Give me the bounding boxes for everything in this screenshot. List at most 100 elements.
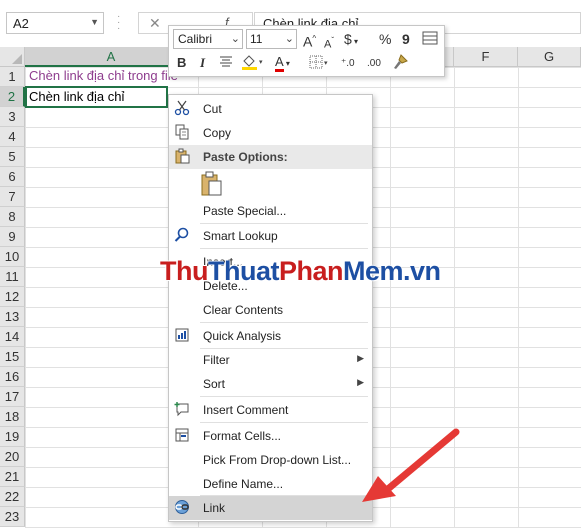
mini-toolbar: Calibri ⌄ 11 ⌄ A^ Aˇ $ ▾ % 9 B I ▾ A ▾ ▾… [168, 25, 445, 77]
row-header[interactable]: 18 [0, 407, 25, 427]
row-header[interactable]: 23 [0, 507, 25, 527]
align-center-icon[interactable] [219, 54, 233, 73]
format-painter-icon[interactable] [391, 53, 409, 76]
font-color-button[interactable]: A ▾ [275, 53, 290, 73]
menu-label: Paste Special... [203, 204, 287, 218]
select-all-corner[interactable] [0, 47, 25, 67]
cell-a1[interactable]: Chèn link địa chỉ trong file [29, 68, 178, 83]
svg-text:▾: ▾ [324, 60, 328, 67]
row-header[interactable]: 3 [0, 107, 25, 127]
menu-item-clear-contents[interactable]: Clear Contents [169, 298, 372, 322]
row-header[interactable]: 1 [0, 67, 25, 87]
menu-label: Clear Contents [203, 303, 284, 317]
chevron-down-icon[interactable]: ⌄ [285, 30, 294, 48]
row-header[interactable]: 10 [0, 247, 25, 267]
scissors-icon [173, 100, 191, 118]
menu-item-format-cells[interactable]: Format Cells... [169, 424, 372, 448]
menu-separator [200, 322, 368, 323]
decrease-font-size-button[interactable]: Aˇ [324, 32, 334, 54]
decrease-decimal-button[interactable]: .00 [367, 55, 381, 73]
menu-item-filter[interactable]: Filter ▶ [169, 348, 372, 372]
paste-icon [173, 148, 191, 166]
chevron-right-icon: ▶ [357, 377, 364, 387]
format-cells-icon [173, 427, 191, 445]
menu-item-pick-from-list[interactable]: Pick From Drop-down List... [169, 448, 372, 472]
borders-icon[interactable]: ▾ [309, 53, 333, 76]
currency-button[interactable]: $ ▾ [344, 30, 358, 51]
pointer-arrow-icon [362, 428, 460, 502]
menu-label: Format Cells... [203, 429, 282, 443]
watermark-logo: ThuThuatPhanMem.vn [160, 256, 441, 287]
italic-button[interactable]: I [200, 54, 205, 72]
column-header-g[interactable]: G [518, 47, 581, 67]
row-header[interactable]: 14 [0, 327, 25, 347]
name-box[interactable]: A2 ▼ [6, 12, 104, 34]
menu-label: Link [203, 501, 226, 515]
comma-style-button[interactable]: 9 [402, 30, 410, 48]
bold-button[interactable]: B [177, 54, 186, 72]
cell-a2[interactable]: Chèn link địa chỉ [29, 89, 124, 104]
menu-item-define-name[interactable]: Define Name... [169, 472, 372, 496]
row-header[interactable]: 13 [0, 307, 25, 327]
chevron-right-icon: ▶ [357, 353, 364, 363]
chevron-down-icon[interactable]: ▼ [90, 17, 99, 27]
font-name-box[interactable]: Calibri ⌄ [173, 29, 243, 49]
menu-label: Insert Comment [203, 403, 289, 417]
row-header[interactable]: 6 [0, 167, 25, 187]
format-painter-box-icon[interactable] [422, 30, 438, 51]
menu-item-cut[interactable]: Cut [169, 97, 372, 121]
menu-item-insert-comment[interactable]: Insert Comment [169, 398, 372, 422]
row-header[interactable]: 16 [0, 367, 25, 387]
menu-separator [200, 396, 368, 397]
menu-item-copy[interactable]: Copy [169, 121, 372, 145]
comment-icon [173, 401, 191, 419]
menu-item-paste-special[interactable]: Paste Special... [169, 199, 372, 223]
fill-color-icon[interactable]: ▾ [241, 53, 267, 76]
row-header[interactable]: 4 [0, 127, 25, 147]
menu-label: Quick Analysis [203, 329, 282, 343]
grid-line [518, 67, 519, 528]
svg-text:▾: ▾ [259, 59, 263, 66]
link-icon [173, 499, 191, 517]
search-icon [173, 227, 191, 245]
row-header[interactable]: 19 [0, 427, 25, 447]
quick-analysis-icon [173, 327, 191, 345]
grip-icon: · · · [117, 11, 121, 34]
menu-item-quick-analysis[interactable]: Quick Analysis [169, 324, 372, 348]
menu-label: Copy [203, 126, 232, 140]
cancel-icon[interactable]: ✕ [149, 15, 161, 32]
chevron-down-icon[interactable]: ⌄ [231, 30, 240, 48]
increase-font-size-button[interactable]: A^ [303, 30, 316, 51]
menu-label: Smart Lookup [203, 229, 278, 243]
row-header[interactable]: 17 [0, 387, 25, 407]
menu-label: Paste Options: [203, 150, 288, 164]
increase-font-size-icon: A [303, 33, 313, 50]
row-header[interactable]: 2 [0, 87, 25, 107]
row-header[interactable]: 20 [0, 447, 25, 467]
font-name-value: Calibri [178, 32, 213, 46]
menu-item-link[interactable]: Link [169, 496, 372, 520]
percent-button[interactable]: % [379, 30, 391, 48]
menu-label: Define Name... [203, 477, 284, 491]
paste-option-clipboard-icon[interactable] [201, 171, 223, 197]
row-header[interactable]: 15 [0, 347, 25, 367]
row-header[interactable]: 12 [0, 287, 25, 307]
column-header-f[interactable]: F [454, 47, 518, 67]
row-header[interactable]: 11 [0, 267, 25, 287]
row-header[interactable]: 8 [0, 207, 25, 227]
row-header[interactable]: 22 [0, 487, 25, 507]
menu-label: Pick From Drop-down List... [203, 453, 352, 467]
row-header[interactable]: 5 [0, 147, 25, 167]
name-box-value: A2 [13, 16, 29, 31]
row-header[interactable]: 9 [0, 227, 25, 247]
row-header[interactable]: 7 [0, 187, 25, 207]
font-size-box[interactable]: 11 ⌄ [246, 29, 297, 49]
menu-item-sort[interactable]: Sort ▶ [169, 372, 372, 396]
copy-icon [173, 124, 191, 142]
watermark-part: Mem.vn [343, 256, 441, 286]
menu-item-smart-lookup[interactable]: Smart Lookup [169, 224, 372, 248]
row-header[interactable]: 21 [0, 467, 25, 487]
menu-label: Sort [203, 377, 226, 391]
currency-icon: $ [344, 31, 352, 47]
increase-decimal-button[interactable]: ⁺.0 [341, 55, 355, 73]
